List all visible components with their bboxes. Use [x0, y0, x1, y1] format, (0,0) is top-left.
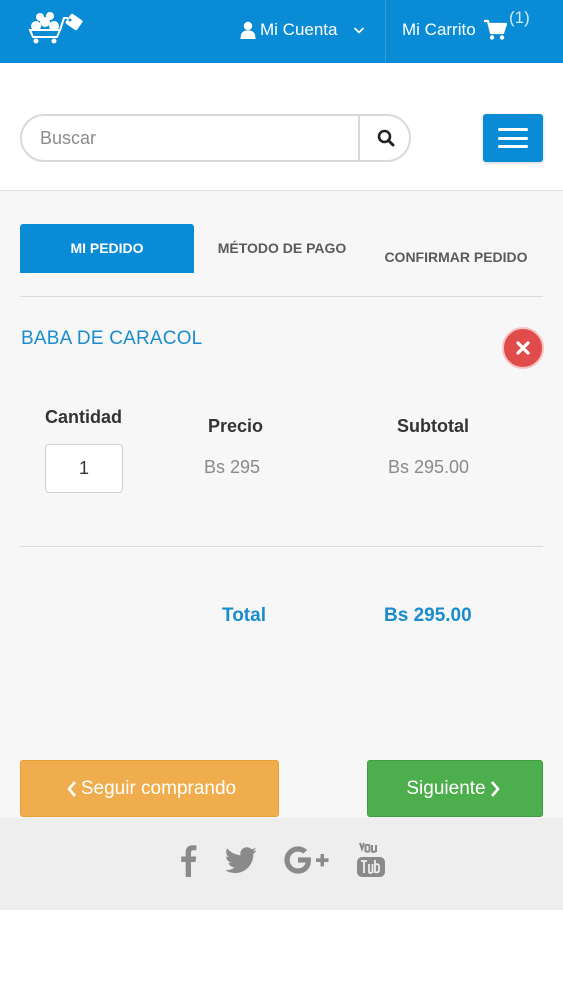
- total-label: Total: [222, 605, 266, 626]
- search-icon: [377, 129, 394, 147]
- store-logo-icon[interactable]: [26, 10, 86, 46]
- footer: [0, 818, 563, 910]
- tab-confirmar-pedido[interactable]: CONFIRMAR PEDIDO: [370, 231, 542, 283]
- google-plus-icon: [284, 846, 329, 874]
- cart-link[interactable]: Mi Carrito: [402, 18, 507, 42]
- menu-line-icon: [498, 128, 528, 131]
- youtube-icon: [357, 842, 385, 877]
- menu-line-icon: [498, 145, 528, 148]
- account-menu[interactable]: Mi Cuenta: [240, 18, 365, 42]
- continue-shopping-label: Seguir comprando: [80, 777, 237, 799]
- chevron-right-icon: [490, 780, 500, 797]
- subtotal-header: Subtotal: [397, 416, 469, 436]
- total-divider: [20, 546, 543, 547]
- close-icon: [516, 341, 530, 355]
- header-divider: [385, 0, 386, 63]
- chevron-left-icon: [67, 780, 76, 797]
- account-label: Mi Cuenta: [260, 20, 338, 39]
- next-button[interactable]: Siguiente: [367, 760, 543, 817]
- next-label: Siguiente: [406, 777, 486, 799]
- hamburger-menu-button[interactable]: [483, 114, 543, 162]
- page-bottom-blank: [0, 910, 563, 1000]
- price-header: Precio: [208, 416, 264, 436]
- facebook-icon: [181, 845, 197, 877]
- google-plus-link[interactable]: [282, 844, 330, 876]
- cart-label: Mi Carrito: [402, 20, 476, 39]
- chevron-down-icon: [354, 27, 365, 34]
- tab-mi-pedido[interactable]: MI PEDIDO: [20, 224, 194, 273]
- total-value: Bs 295.00: [384, 605, 472, 626]
- search-box: [20, 114, 411, 162]
- search-bar-section: [0, 63, 563, 191]
- quantity-header: Cantidad: [45, 407, 123, 427]
- twitter-link[interactable]: [224, 844, 258, 876]
- top-navbar: Mi Cuenta Mi Carrito (1): [0, 0, 563, 63]
- search-button[interactable]: [358, 116, 409, 160]
- order-panel: MI PEDIDO MÉTODO DE PAGO CONFIRMAR PEDID…: [0, 191, 563, 818]
- remove-item-button[interactable]: [502, 327, 544, 369]
- facebook-link[interactable]: [176, 842, 200, 878]
- youtube-link[interactable]: [354, 840, 388, 880]
- cart-count-badge: (1): [509, 8, 530, 27]
- search-input[interactable]: [22, 116, 358, 160]
- continue-shopping-button[interactable]: Seguir comprando: [20, 760, 279, 817]
- menu-line-icon: [498, 136, 528, 140]
- tab-metodo-de-pago[interactable]: MÉTODO DE PAGO: [200, 224, 364, 273]
- shopping-cart-icon: [483, 19, 507, 40]
- tabs-divider: [20, 296, 543, 297]
- product-name[interactable]: BABA DE CARACOL: [21, 328, 202, 350]
- quantity-field[interactable]: [45, 444, 123, 493]
- twitter-icon: [225, 846, 257, 873]
- user-icon: [240, 21, 256, 39]
- subtotal-value: Bs 295.00: [388, 457, 470, 477]
- price-value: Bs 295: [204, 457, 261, 477]
